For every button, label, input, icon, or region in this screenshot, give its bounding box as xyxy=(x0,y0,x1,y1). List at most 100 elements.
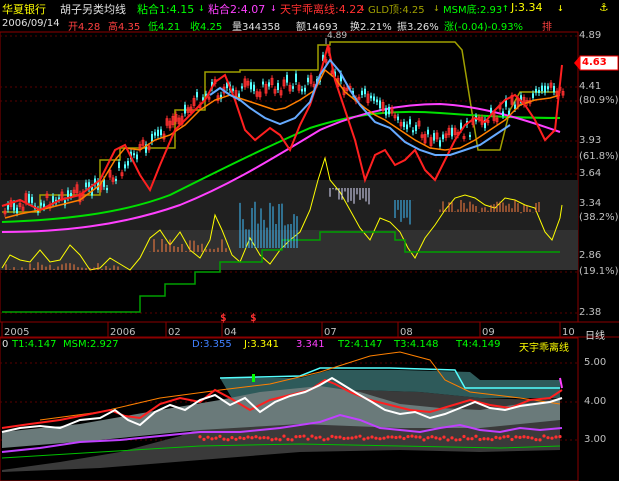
sub-red-dot xyxy=(518,435,522,440)
sub-red-dot xyxy=(530,436,534,440)
main-band-2 xyxy=(0,230,578,270)
sub-red-dot xyxy=(362,437,366,441)
sub-red-dot xyxy=(218,434,222,438)
sub-red-dot xyxy=(266,436,270,440)
x-label: 07 xyxy=(324,327,337,338)
sub-t2: T2:4.147 xyxy=(338,339,383,350)
y-label: 4.89 xyxy=(579,30,602,41)
candle-body xyxy=(28,194,30,203)
sub-red-dot xyxy=(438,437,442,441)
candle-body xyxy=(379,100,381,109)
candle-body xyxy=(241,86,243,89)
sub-red-dot xyxy=(358,434,362,438)
x-label: 09 xyxy=(482,327,495,338)
candle-body xyxy=(136,154,138,160)
sub-red-dot xyxy=(418,435,422,439)
sub-red-dot xyxy=(282,434,286,438)
x-label: 2006 xyxy=(110,327,136,338)
sub-red-dot xyxy=(210,437,214,441)
sub-y-label: 4.00 xyxy=(584,396,607,407)
sub-red-dot xyxy=(490,438,494,442)
candle-body xyxy=(40,202,42,206)
candle-body xyxy=(85,182,87,188)
x-ticks xyxy=(1,322,561,337)
sub-red-dot xyxy=(206,435,210,439)
sub-red-dot xyxy=(234,437,238,441)
candle-body xyxy=(295,73,297,82)
sub-red-dot xyxy=(286,437,290,441)
candle-body xyxy=(157,129,159,136)
sub-red-dot xyxy=(386,435,390,439)
y-label-pct: (38.2%) xyxy=(579,212,619,223)
candle-body xyxy=(127,161,129,166)
current-price-pointer xyxy=(574,56,580,70)
candle-body xyxy=(304,87,306,92)
sub-red-dot xyxy=(538,438,542,442)
sub-red-dot xyxy=(558,434,562,439)
candle-body xyxy=(286,74,288,83)
candle-body xyxy=(154,132,156,136)
candle-body xyxy=(262,81,264,85)
sub-red-dot xyxy=(346,436,350,440)
candle-body xyxy=(385,108,387,116)
candle-body xyxy=(541,85,543,92)
candle-body xyxy=(268,82,270,87)
sub-red-dot xyxy=(366,436,370,440)
sub-y-label: 5.00 xyxy=(584,357,607,368)
x-label: 04 xyxy=(224,327,237,338)
candle-body xyxy=(409,119,411,125)
sub-chart-title: 0 T1:4.147 MSM:2.927 D:3.355 J:3.341 3.3… xyxy=(0,339,619,354)
sub-green-marker xyxy=(252,374,255,382)
sub-name: 天宇乖离线 xyxy=(519,343,569,354)
sub-red-dot xyxy=(310,434,314,438)
candle-body xyxy=(292,86,294,89)
sub-red-dot xyxy=(290,438,294,442)
y-label-pct: (80.9%) xyxy=(579,95,619,106)
sub-d: D:3.355 xyxy=(192,339,232,350)
sub-red-dot xyxy=(354,435,358,439)
y-label-pct: (61.8%) xyxy=(579,151,619,162)
chart-canvas[interactable]: 4.89 $ $ xyxy=(0,0,619,481)
candle-body xyxy=(388,106,390,115)
sub-red-dot xyxy=(406,434,410,439)
sub-red-dot xyxy=(214,436,218,440)
sub-red-dot xyxy=(458,438,462,442)
sub-red-dot xyxy=(314,436,318,440)
x-label: 2005 xyxy=(4,327,30,338)
sub-red-dot xyxy=(462,434,466,439)
candle-body xyxy=(13,203,15,211)
sub-red-dot xyxy=(442,435,446,439)
candle-body xyxy=(451,127,453,137)
candle-body xyxy=(364,88,366,95)
sub-red-dot xyxy=(382,436,386,440)
y-label: 4.41 xyxy=(579,81,602,92)
peak-label: 4.89 xyxy=(327,31,347,41)
sub-red-dot xyxy=(326,437,330,441)
y-label: 3.93 xyxy=(579,135,602,146)
candle-body xyxy=(133,153,135,156)
sub-red-dot xyxy=(498,436,502,440)
sub-red-dot xyxy=(502,435,506,439)
candle-body xyxy=(184,104,186,114)
candle-body xyxy=(115,178,117,182)
sub-t1: T1:4.147 xyxy=(12,339,57,350)
sub-red-dot xyxy=(466,437,470,441)
sub-red-dot xyxy=(294,435,298,439)
sub-red-dot xyxy=(402,436,406,441)
candle-body xyxy=(301,88,303,92)
buy-signal-mark: $ xyxy=(250,311,257,324)
candle-body xyxy=(433,133,435,141)
x-label: 10 xyxy=(562,327,575,338)
sub-red-dot xyxy=(242,436,246,441)
candle-body xyxy=(373,96,375,101)
candle-body xyxy=(397,116,399,121)
sub-red-dot xyxy=(514,435,518,439)
candle-body xyxy=(31,197,33,203)
sub-red-dot xyxy=(434,436,438,440)
sub-red-dot xyxy=(398,435,402,439)
sub-red-dot xyxy=(230,436,234,440)
candle-body xyxy=(427,129,429,135)
sub-red-dot xyxy=(390,435,394,439)
y-label: 2.86 xyxy=(579,250,602,261)
candle-body xyxy=(439,140,441,147)
